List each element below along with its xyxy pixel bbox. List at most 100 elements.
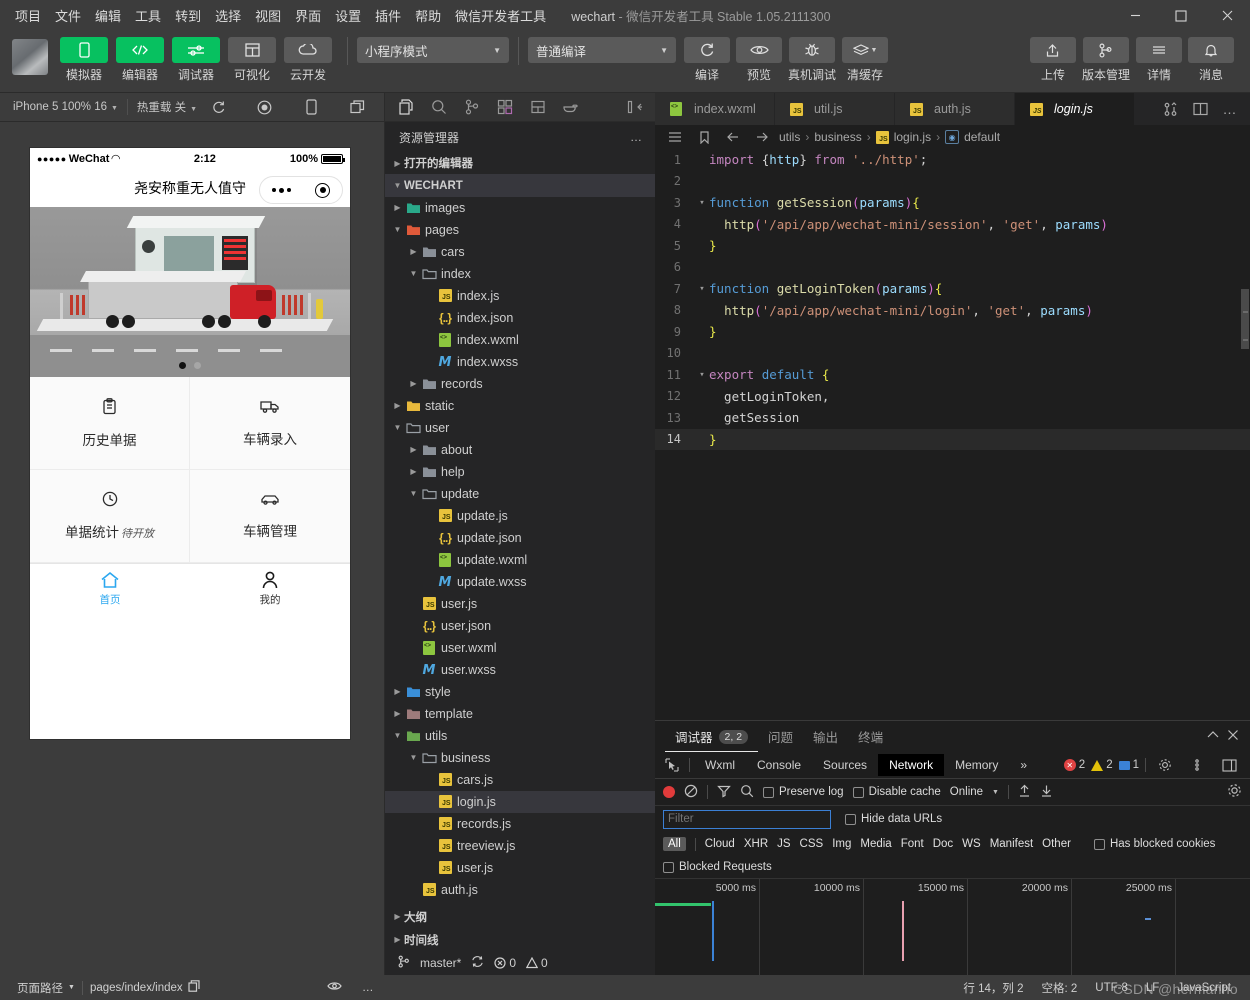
close-button[interactable]: [1204, 0, 1250, 31]
toolbar-visualization[interactable]: 可视化: [226, 37, 278, 83]
fold-chevron-icon[interactable]: ▾: [695, 370, 709, 380]
section-project-root[interactable]: ▼ WECHART: [385, 174, 655, 197]
devtools-tab-console[interactable]: Console: [746, 754, 812, 776]
project-avatar[interactable]: [12, 39, 48, 75]
hide-data-urls-checkbox[interactable]: Hide data URLs: [845, 813, 942, 825]
devtools-tab-network[interactable]: Network: [878, 754, 945, 776]
grid-item-vehicle-entry[interactable]: 车辆录入: [190, 377, 350, 470]
collapse-sidebar-icon[interactable]: [618, 94, 651, 121]
toolbar-compile[interactable]: 编译: [684, 37, 730, 83]
warning-count[interactable]: 0: [526, 956, 548, 970]
network-type-other[interactable]: Other: [1042, 838, 1071, 850]
fold-chevron-icon[interactable]: ▾: [695, 198, 709, 208]
chevron-right-icon[interactable]: ▶: [407, 445, 420, 454]
toolbar-messages[interactable]: 消息: [1188, 37, 1234, 83]
tree-item-user-json[interactable]: ·{..} user.json: [385, 615, 655, 637]
search-icon[interactable]: [422, 94, 455, 121]
more-actions-icon[interactable]: …: [1216, 94, 1244, 124]
preview-toggle-icon[interactable]: [320, 981, 349, 994]
record-icon[interactable]: [251, 94, 280, 120]
editor-tab-auth-js[interactable]: JS auth.js: [895, 93, 1015, 125]
menu-item-4[interactable]: 转到: [168, 3, 208, 28]
chevron-down-icon[interactable]: ▼: [391, 225, 404, 234]
chevron-down-icon[interactable]: ▼: [407, 489, 420, 498]
branch-name[interactable]: master*: [420, 956, 461, 970]
grid-item-statistics[interactable]: 单据统计 待开放: [30, 470, 190, 563]
network-type-img[interactable]: Img: [832, 838, 851, 850]
cursor-position[interactable]: 行 14，列 2: [954, 980, 1032, 996]
sync-icon[interactable]: [471, 955, 484, 971]
tree-item-business[interactable]: ▼ business: [385, 747, 655, 769]
compile-select[interactable]: 普通编译 ▼: [528, 37, 676, 63]
network-type-doc[interactable]: Doc: [933, 838, 953, 850]
toolbar-simulator[interactable]: 模拟器: [58, 37, 110, 83]
panel-tab-终端[interactable]: 终端: [848, 721, 893, 752]
menu-item-11[interactable]: 微信开发者工具: [448, 3, 553, 28]
settings-gear-icon[interactable]: [1227, 783, 1242, 801]
tree-item-update-wxml[interactable]: · update.wxml: [385, 549, 655, 571]
editor-scrollbar[interactable]: [1240, 149, 1250, 720]
tree-item-static[interactable]: ▶ static: [385, 395, 655, 417]
menu-item-5[interactable]: 选择: [208, 3, 248, 28]
tree-item-cars[interactable]: ▶ cars: [385, 241, 655, 263]
tree-item-cars-js[interactable]: ·JScars.js: [385, 769, 655, 791]
bookmark-icon[interactable]: [692, 130, 716, 144]
tabbar-item-home[interactable]: 首页: [30, 564, 190, 613]
close-panel-icon[interactable]: [1226, 728, 1240, 745]
tree-item-user[interactable]: ▼ user: [385, 417, 655, 439]
inspect-element-icon[interactable]: [659, 758, 685, 772]
clear-icon[interactable]: [684, 784, 698, 801]
maximize-button[interactable]: [1158, 0, 1204, 31]
phone-preview[interactable]: ●●●●● WeChat ◠ 2:12 100% 尧安称重无人值守 历史单据 车…: [30, 148, 350, 739]
network-type-media[interactable]: Media: [860, 838, 891, 850]
docker-icon[interactable]: [554, 94, 587, 121]
mode-select[interactable]: 小程序模式 ▼: [357, 37, 509, 63]
toolbar-details[interactable]: 详情: [1136, 37, 1182, 83]
back-arrow-icon[interactable]: [721, 131, 745, 143]
tree-item-records-js[interactable]: ·JSrecords.js: [385, 813, 655, 835]
breadcrumb-item-utils[interactable]: utils: [779, 130, 800, 144]
forward-arrow-icon[interactable]: [750, 131, 774, 143]
carousel-indicator[interactable]: [30, 362, 350, 369]
more-icon[interactable]: …: [355, 982, 382, 994]
multi-window-icon[interactable]: [344, 94, 373, 120]
tree-item-index-json[interactable]: ·{..} index.json: [385, 307, 655, 329]
rotate-icon[interactable]: [204, 94, 233, 120]
tree-item-update[interactable]: ▼ update: [385, 483, 655, 505]
copy-icon[interactable]: [188, 980, 200, 995]
chevron-down-icon[interactable]: ▼: [391, 731, 404, 740]
throttling-select[interactable]: Online: [950, 786, 983, 798]
chevron-right-icon[interactable]: ▶: [407, 247, 420, 256]
source-control-icon[interactable]: [455, 94, 488, 121]
tree-item-auth-js[interactable]: ·JSauth.js: [385, 879, 655, 901]
error-count[interactable]: ✕ 2: [1063, 759, 1085, 771]
menu-item-6[interactable]: 视图: [248, 3, 288, 28]
network-timeline[interactable]: 5000 ms10000 ms15000 ms20000 ms25000 ms3…: [655, 878, 1250, 1000]
toolbar-version-control[interactable]: 版本管理: [1082, 37, 1130, 83]
end-of-line[interactable]: LF: [1137, 982, 1168, 994]
code-editor[interactable]: 1 import {http} from '../http'; 2 3 ▾ functio…: [655, 149, 1250, 720]
encoding[interactable]: UTF-8: [1086, 982, 1137, 994]
info-count[interactable]: 1: [1118, 759, 1139, 771]
menu-item-0[interactable]: 项目: [8, 3, 48, 28]
tree-item-records[interactable]: ▶ records: [385, 373, 655, 395]
menu-item-8[interactable]: 设置: [328, 3, 368, 28]
split-diff-icon[interactable]: [1156, 94, 1184, 124]
network-type-js[interactable]: JS: [777, 838, 790, 850]
device-icon[interactable]: [297, 94, 326, 120]
editor-tab-login-js[interactable]: JS login.js: [1015, 93, 1135, 125]
device-select[interactable]: iPhone 5 100% 16 ▼: [6, 101, 125, 113]
toolbar-remote-debug[interactable]: 真机调试: [788, 37, 836, 83]
tree-item-user-wxss[interactable]: ·Ⅿuser.wxss: [385, 659, 655, 681]
search-icon[interactable]: [740, 784, 754, 801]
hot-reload-select[interactable]: 热重载 关 ▼: [130, 99, 204, 115]
kebab-menu-icon[interactable]: [1184, 758, 1210, 772]
chevron-right-icon[interactable]: ▶: [407, 379, 420, 388]
tree-item-treeview-js[interactable]: ·JStreeview.js: [385, 835, 655, 857]
panel-tab-调试器[interactable]: 调试器 2, 2: [665, 721, 758, 752]
chevron-down-icon[interactable]: ▼: [992, 789, 999, 796]
devtools-overflow-button[interactable]: »: [1009, 754, 1038, 776]
tree-item-style[interactable]: ▶ style: [385, 681, 655, 703]
tree-item-pages[interactable]: ▼ pages: [385, 219, 655, 241]
panel-tab-输出[interactable]: 输出: [803, 721, 848, 752]
